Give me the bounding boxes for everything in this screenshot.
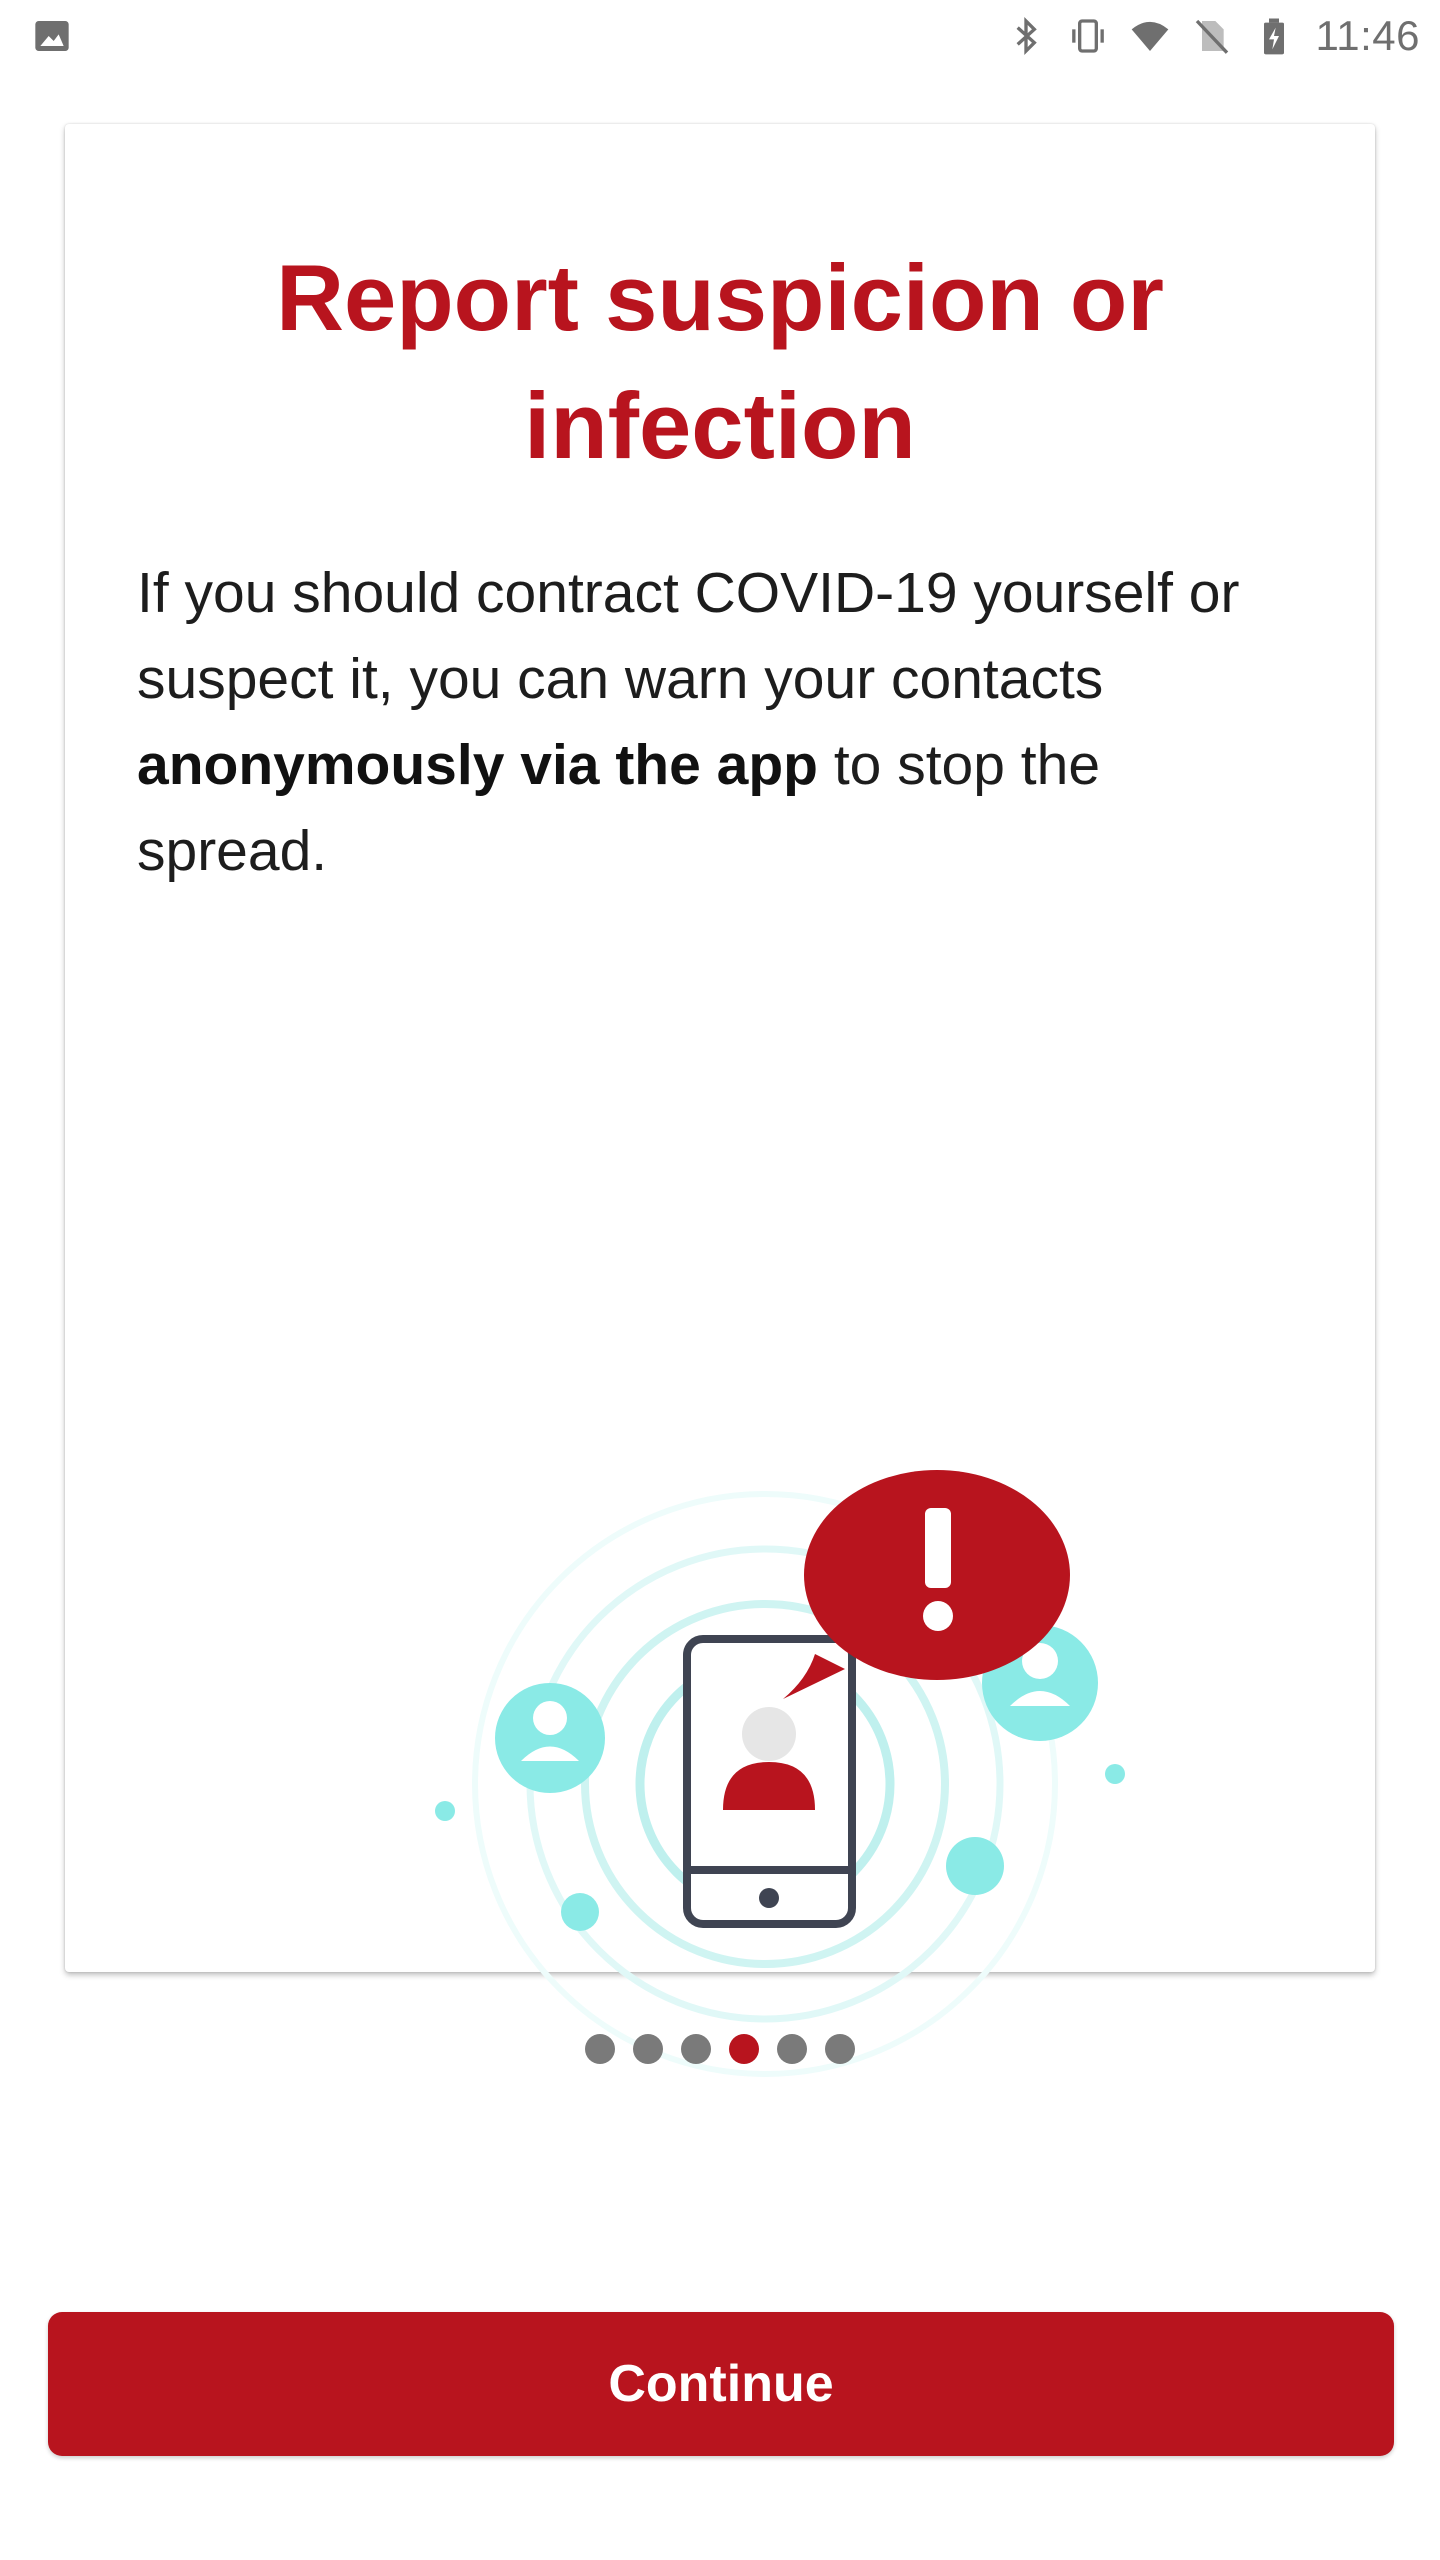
description-emphasis: anonymously via the app [137,733,818,797]
page-indicator [0,2034,1440,2064]
teal-dot [561,1893,599,1931]
description-part: If you should contract COVID-19 yourself… [137,561,1240,711]
page-dot[interactable] [681,2034,711,2064]
wifi-icon [1131,21,1168,51]
page-dot[interactable] [825,2034,855,2064]
teal-dot [435,1801,455,1821]
contact-person-icon [495,1683,605,1793]
page-title: Report suspicion or infection [276,245,1164,478]
description-text: If you should contract COVID-19 yourself… [137,550,1265,894]
phone-alert-illustration [435,1470,1125,2077]
phone-icon [683,1635,856,1928]
bluetooth-icon [1016,16,1037,56]
no-sim-icon [1195,19,1228,54]
page-dot[interactable] [777,2034,807,2064]
clock: 11:46 [1315,12,1420,59]
teal-dot [946,1837,1004,1895]
status-bar: 11:46 [0,0,1440,72]
image-icon [35,21,69,51]
page-dot[interactable] [633,2034,663,2064]
page-dot-active[interactable] [729,2034,759,2064]
continue-button[interactable]: Continue [48,2312,1394,2456]
teal-dot [1105,1764,1125,1784]
battery-charging-icon [1263,18,1284,55]
vibrate-icon [1071,19,1104,53]
page-dot[interactable] [585,2034,615,2064]
onboarding-card: Report suspicion or infection If you sho… [65,124,1375,2077]
